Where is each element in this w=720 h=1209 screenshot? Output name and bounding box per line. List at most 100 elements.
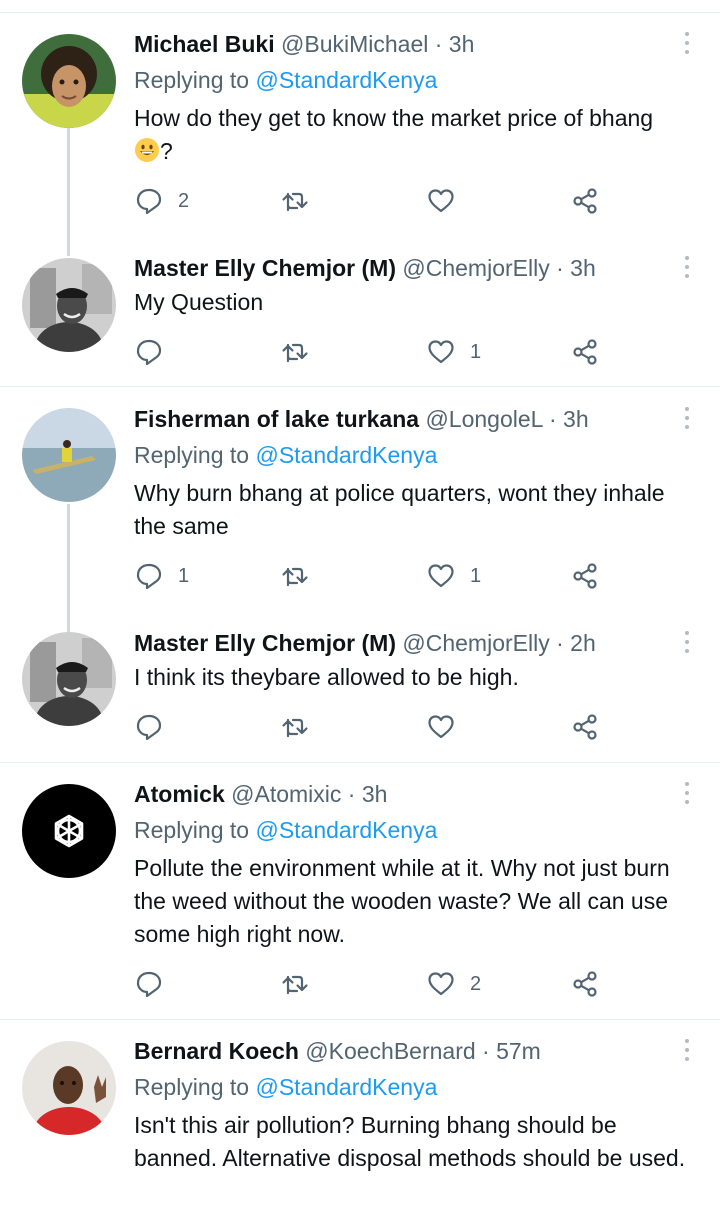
display-name[interactable]: Master Elly Chemjor (M): [134, 630, 396, 656]
retweet-button[interactable]: [280, 559, 310, 593]
display-name[interactable]: Master Elly Chemjor (M): [134, 255, 396, 281]
replying-to-label: Replying to: [134, 442, 256, 468]
replying-to-handle[interactable]: @StandardKenya: [255, 1074, 437, 1100]
top-divider: [0, 12, 720, 13]
replying-to-handle[interactable]: @StandardKenya: [255, 442, 437, 468]
tweet-actions: 1: [134, 335, 614, 369]
replying-to: Replying to @StandardKenya: [134, 812, 437, 848]
tweet-header: Master Elly Chemjor (M) @ChemjorElly · 3…: [134, 250, 660, 286]
tweet-header: Atomick @Atomixic · 3h: [134, 776, 660, 812]
user-handle[interactable]: @KoechBernard: [305, 1038, 475, 1064]
display-name[interactable]: Michael Buki: [134, 31, 275, 57]
reply-icon: [136, 714, 162, 741]
avatar[interactable]: [22, 258, 116, 352]
tweet-header: Fisherman of lake turkana @LongoleL · 3h: [134, 401, 660, 437]
display-name[interactable]: Fisherman of lake turkana: [134, 406, 419, 432]
user-handle[interactable]: @LongoleL: [425, 406, 542, 432]
like-icon: [428, 972, 454, 996]
replying-to: Replying to @StandardKenya: [134, 1069, 437, 1105]
reply-count: 2: [178, 189, 190, 212]
share-button[interactable]: [570, 967, 600, 1001]
like-count: 1: [470, 564, 482, 587]
avatar[interactable]: [22, 34, 116, 128]
share-icon: [573, 971, 597, 997]
reply-icon: [136, 971, 162, 998]
user-handle[interactable]: @Atomixic: [231, 781, 341, 807]
tweet-header: Bernard Koech @KoechBernard · 57m: [134, 1033, 660, 1069]
replying-to-label: Replying to: [134, 1074, 256, 1100]
avatar[interactable]: [22, 784, 116, 878]
timestamp[interactable]: · 3h: [435, 31, 475, 57]
avatar[interactable]: [22, 408, 116, 502]
like-count: 2: [470, 972, 482, 995]
user-handle[interactable]: @ChemjorElly: [402, 255, 549, 281]
like-icon: [428, 715, 454, 739]
like-button[interactable]: [426, 710, 470, 744]
timestamp[interactable]: · 3h: [549, 406, 589, 432]
reply-button[interactable]: [134, 710, 178, 744]
retweet-button[interactable]: [280, 335, 310, 369]
timestamp[interactable]: · 3h: [556, 255, 596, 281]
reply-button[interactable]: [134, 335, 178, 369]
more-options-icon[interactable]: [682, 407, 692, 433]
more-options-icon[interactable]: [682, 631, 692, 657]
tweet-actions: 2: [134, 967, 614, 1001]
reply-icon: [136, 188, 162, 215]
like-button[interactable]: [426, 184, 470, 218]
more-options-icon[interactable]: [682, 256, 692, 282]
tweet-text: Isn't this air pollution? Burning bhang …: [134, 1112, 686, 1171]
tweet-text: How do they get to know the market price…: [134, 102, 700, 168]
display-name[interactable]: Bernard Koech: [134, 1038, 299, 1064]
like-button[interactable]: 1: [426, 335, 481, 369]
retweet-icon: [282, 192, 308, 212]
tweet-actions: 1 1: [134, 559, 614, 593]
share-icon: [573, 714, 597, 740]
tweet-text-content: How do they get to know the market price…: [134, 105, 654, 131]
replying-to: Replying to @StandardKenya: [134, 437, 437, 473]
timestamp[interactable]: · 57m: [482, 1038, 541, 1064]
timestamp[interactable]: · 2h: [556, 630, 596, 656]
reply-button[interactable]: 2: [134, 184, 189, 218]
more-options-icon[interactable]: [682, 32, 692, 58]
retweet-icon: [282, 975, 308, 995]
grinning-face-emoji: [135, 138, 159, 162]
like-button[interactable]: 2: [426, 967, 481, 1001]
like-icon: [428, 340, 454, 364]
more-options-icon[interactable]: [682, 782, 692, 808]
share-button[interactable]: [570, 559, 600, 593]
tweet-text: Pollute the environment while at it. Why…: [134, 855, 670, 947]
display-name[interactable]: Atomick: [134, 781, 225, 807]
like-button[interactable]: 1: [426, 559, 481, 593]
retweet-icon: [282, 718, 308, 738]
user-handle[interactable]: @BukiMichael: [281, 31, 428, 57]
timestamp[interactable]: · 3h: [348, 781, 388, 807]
tweet-text-suffix: ?: [160, 138, 173, 164]
reply-count: 1: [178, 564, 190, 587]
like-count: 1: [470, 340, 482, 363]
avatar[interactable]: [22, 632, 116, 726]
thread-divider: [0, 762, 720, 763]
avatar[interactable]: [22, 1041, 116, 1135]
more-options-icon[interactable]: [682, 1039, 692, 1065]
thread-connector: [67, 128, 70, 256]
replying-to-label: Replying to: [134, 817, 256, 843]
retweet-button[interactable]: [280, 967, 310, 1001]
share-button[interactable]: [570, 184, 600, 218]
retweet-icon: [282, 343, 308, 363]
replying-to-handle[interactable]: @StandardKenya: [255, 817, 437, 843]
reply-icon: [136, 339, 162, 366]
share-icon: [573, 563, 597, 589]
share-button[interactable]: [570, 335, 600, 369]
tweet-header: Master Elly Chemjor (M) @ChemjorElly · 2…: [134, 625, 660, 661]
reply-button[interactable]: [134, 967, 178, 1001]
user-handle[interactable]: @ChemjorElly: [402, 630, 549, 656]
tweet-actions: [134, 710, 614, 744]
tweet-actions: 2: [134, 184, 614, 218]
tweet-text: Why burn bhang at police quarters, wont …: [134, 480, 665, 539]
retweet-button[interactable]: [280, 184, 310, 218]
tweet-header: Michael Buki @BukiMichael · 3h: [134, 26, 660, 62]
reply-button[interactable]: 1: [134, 559, 189, 593]
retweet-button[interactable]: [280, 710, 310, 744]
replying-to-handle[interactable]: @StandardKenya: [255, 67, 437, 93]
share-button[interactable]: [570, 710, 600, 744]
